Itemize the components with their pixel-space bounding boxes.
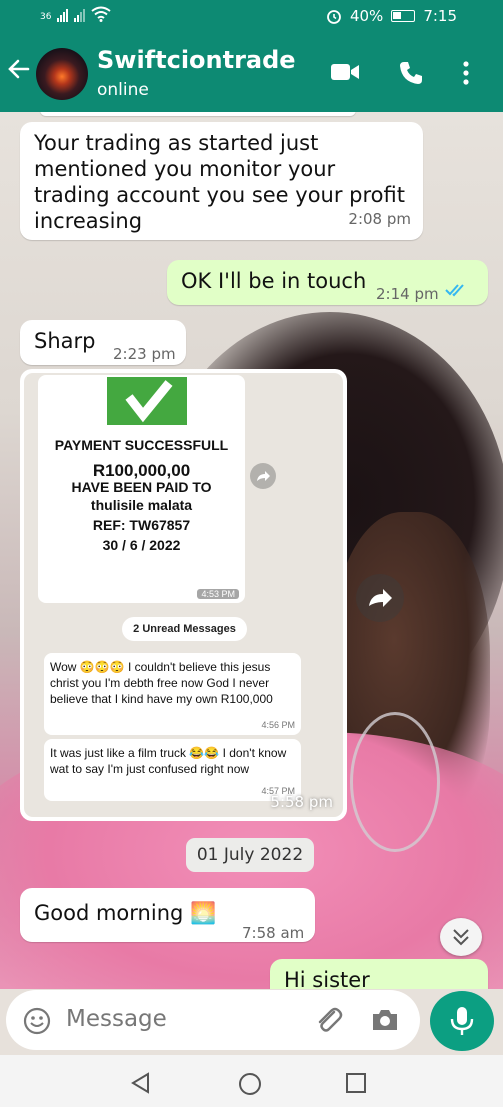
message-text: Good morning 🌅 xyxy=(34,901,217,925)
forward-button[interactable] xyxy=(356,574,404,622)
inner-message: It was just like a film truck 😂😂 I don't… xyxy=(44,739,301,801)
scroll-to-bottom-button[interactable] xyxy=(440,918,482,956)
receipt-title: PAYMENT SUCCESSFULL xyxy=(54,437,229,453)
message-input-bar: Message xyxy=(0,989,503,1055)
message-outgoing[interactable]: OK I'll be in touch 2:14 pm xyxy=(167,260,488,305)
receipt-payee: thulisile malata xyxy=(90,497,193,513)
attach-icon[interactable] xyxy=(312,1004,344,1036)
wifi-icon xyxy=(91,6,112,22)
nav-home-icon[interactable] xyxy=(238,1072,262,1096)
mic-button[interactable] xyxy=(430,991,494,1051)
receipt-date: 30 / 6 / 2022 xyxy=(102,537,181,553)
image-message[interactable]: PAYMENT SUCCESSFULL R100,000,00 HAVE BEE… xyxy=(20,369,347,821)
inner-message-text: It was just like a film truck 😂😂 I don't… xyxy=(50,746,287,776)
message-input-container: Message xyxy=(6,990,420,1050)
nav-recents-icon[interactable] xyxy=(346,1073,366,1093)
message-outgoing[interactable]: Hi sister xyxy=(270,959,488,989)
unread-messages-chip: 2 Unread Messages xyxy=(122,617,247,641)
read-receipt-icon xyxy=(445,284,464,297)
contact-status: online xyxy=(97,80,149,100)
more-options-icon[interactable] xyxy=(462,60,470,90)
battery-icon xyxy=(391,10,416,22)
battery-percent: 40% xyxy=(349,7,384,25)
message-text: Hi sister xyxy=(284,968,370,989)
message-incoming[interactable]: Sharp 2:23 pm xyxy=(20,320,186,365)
receipt-amount: R100,000,00 xyxy=(92,461,191,480)
inner-message-time: 4:56 PM xyxy=(261,720,295,730)
receipt-time: 4:53 PM xyxy=(197,589,239,599)
checkmark-icon xyxy=(107,377,187,425)
signal-2-icon xyxy=(74,8,86,22)
alarm-icon xyxy=(327,10,341,24)
message-incoming[interactable]: Your trading as started just mentioned y… xyxy=(20,122,423,240)
message-time: 2:14 pm xyxy=(376,285,439,303)
mic-icon xyxy=(450,1007,474,1035)
message-text: Sharp xyxy=(34,329,96,353)
video-call-icon[interactable] xyxy=(330,60,360,88)
inner-message-text: Wow 😳😳😳 I couldn't believe this jesus ch… xyxy=(50,660,273,706)
message-time: 5:58 pm xyxy=(270,793,333,811)
chat-area[interactable]: Your trading as started just mentioned y… xyxy=(0,112,503,989)
forward-icon xyxy=(250,463,276,489)
receipt-line2: HAVE BEEN PAID TO xyxy=(71,479,212,495)
receipt-ref: REF: TW67857 xyxy=(92,517,191,533)
voice-call-icon[interactable] xyxy=(398,60,424,90)
payment-receipt: PAYMENT SUCCESSFULL R100,000,00 HAVE BEE… xyxy=(38,375,245,603)
message-incoming[interactable]: Good morning 🌅 7:58 am xyxy=(20,888,315,942)
camera-icon[interactable] xyxy=(370,1006,400,1034)
emoji-icon[interactable] xyxy=(22,1006,52,1036)
message-text: OK I'll be in touch xyxy=(181,269,367,293)
message-time: 7:58 am xyxy=(242,924,305,942)
contact-name[interactable]: Swiftciontrade xyxy=(97,46,296,74)
message-partial xyxy=(40,112,356,116)
chat-header: Swiftciontrade online xyxy=(0,34,503,112)
back-arrow-icon[interactable] xyxy=(6,56,32,87)
status-bar: 36 40% 7:15 xyxy=(0,0,503,34)
nav-back-icon[interactable] xyxy=(130,1072,152,1094)
screenshot-image[interactable]: PAYMENT SUCCESSFULL R100,000,00 HAVE BEE… xyxy=(24,373,343,817)
avatar[interactable] xyxy=(36,48,88,100)
message-time: 2:23 pm xyxy=(113,345,176,363)
network-label: 36 xyxy=(40,12,52,22)
date-divider: 01 July 2022 xyxy=(186,838,314,872)
message-time: 2:08 pm xyxy=(348,210,411,228)
message-input[interactable]: Message xyxy=(66,1006,167,1032)
inner-message: Wow 😳😳😳 I couldn't believe this jesus ch… xyxy=(44,653,301,735)
signal-icon xyxy=(57,8,69,22)
system-nav-bar xyxy=(0,1055,503,1107)
clock: 7:15 xyxy=(423,7,457,25)
